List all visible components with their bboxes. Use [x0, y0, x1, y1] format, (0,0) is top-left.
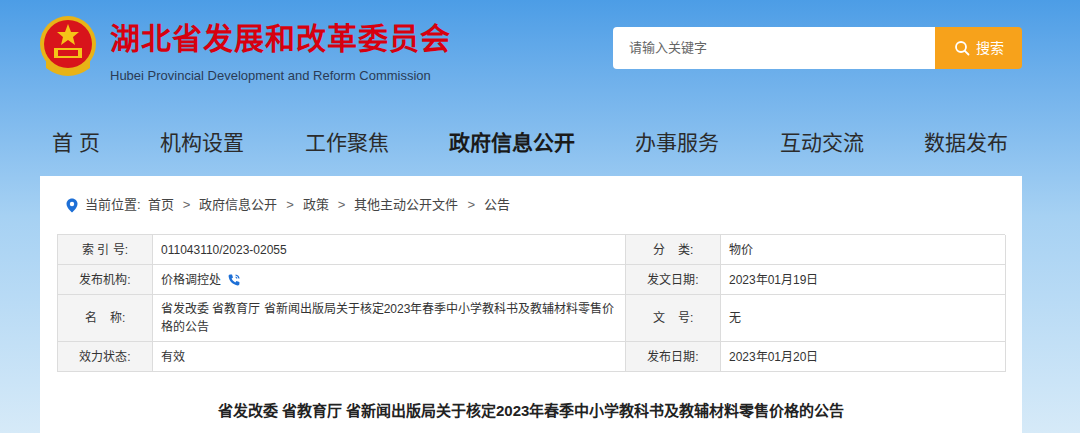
field-value-text: 价格调控处	[161, 271, 221, 289]
field-value: 2023年01月20日	[721, 342, 1006, 372]
nav-item[interactable]: 政府信息公开	[449, 129, 575, 157]
breadcrumb-separator: >	[465, 196, 477, 214]
field-value-text: 物价	[729, 241, 753, 259]
nav-item[interactable]: 机构设置	[160, 129, 244, 157]
breadcrumb-separator: >	[336, 196, 348, 214]
nav-item[interactable]: 首 页	[52, 129, 100, 157]
breadcrumb-separator: >	[284, 196, 296, 214]
field-label: 名 称:	[58, 295, 153, 342]
info-table: 索 引 号: 011043110/2023-02055 分 类: 物价发布机构: 价格调…	[57, 234, 1005, 372]
breadcrumb-item[interactable]: 公告	[484, 196, 510, 214]
nav-item[interactable]: 办事服务	[635, 129, 719, 157]
field-label: 效力状态:	[58, 342, 153, 372]
breadcrumb-item[interactable]: 其他主动公开文件	[354, 196, 458, 214]
field-value-text: 2023年01月19日	[729, 271, 818, 289]
breadcrumb: 当前位置: 首页 > 政府信息公开 > 政策 > 其他主动公开文件 > 公告	[40, 176, 1022, 214]
breadcrumb-item[interactable]: 政策	[303, 196, 329, 214]
field-value: 无	[721, 295, 1006, 342]
phone-icon[interactable]	[227, 273, 241, 287]
field-value-text: 2023年01月20日	[729, 348, 818, 366]
field-value-text: 省发改委 省教育厅 省新闻出版局关于核定2023年春季中小学教科书及教辅材料零售…	[161, 300, 617, 336]
field-label: 发布日期:	[626, 342, 721, 372]
field-value: 2023年01月19日	[721, 265, 1006, 295]
breadcrumb-prefix: 当前位置:	[85, 196, 141, 214]
field-value-text: 无	[729, 309, 741, 327]
breadcrumb-separator: >	[181, 196, 193, 214]
search-icon	[954, 40, 970, 56]
emblem-icon	[38, 14, 98, 78]
field-label: 发布机构:	[58, 265, 153, 295]
breadcrumb-item[interactable]: 首页	[148, 196, 174, 214]
field-value: 011043110/2023-02055	[153, 235, 626, 265]
nav-item[interactable]: 数据发布	[924, 129, 1008, 157]
field-value: 价格调控处	[153, 265, 626, 295]
nav-item[interactable]: 互动交流	[780, 129, 864, 157]
field-label: 分 类:	[626, 235, 721, 265]
site-subtitle: Hubei Provincial Development and Reform …	[110, 68, 451, 84]
article-title: 省发改委 省教育厅 省新闻出版局关于核定2023年春季中小学教科书及教辅材料零售…	[40, 402, 1022, 420]
nav-item[interactable]: 工作聚焦	[305, 129, 389, 157]
field-value: 物价	[721, 235, 1006, 265]
field-value: 省发改委 省教育厅 省新闻出版局关于核定2023年春季中小学教科书及教辅材料零售…	[153, 295, 626, 342]
field-value-text: 有效	[161, 348, 185, 366]
site-title: 湖北省发展和改革委员会	[110, 20, 451, 58]
search-input[interactable]	[613, 27, 935, 69]
content-panel: 当前位置: 首页 > 政府信息公开 > 政策 > 其他主动公开文件 > 公告 索 引 号: 0110…	[40, 176, 1022, 433]
field-label: 文 号:	[626, 295, 721, 342]
main-nav: 首 页 机构设置 工作聚焦 政府信息公开 办事服务 互动交流 数据发布	[52, 123, 1008, 163]
field-value: 有效	[153, 342, 626, 372]
field-label: 索 引 号:	[58, 235, 153, 265]
location-pin-icon	[66, 198, 78, 213]
field-label: 发文日期:	[626, 265, 721, 295]
breadcrumb-item[interactable]: 政府信息公开	[199, 196, 277, 214]
search-bar: 搜索	[613, 27, 1022, 69]
search-button[interactable]: 搜索	[935, 27, 1022, 69]
field-value-text: 011043110/2023-02055	[161, 241, 287, 259]
